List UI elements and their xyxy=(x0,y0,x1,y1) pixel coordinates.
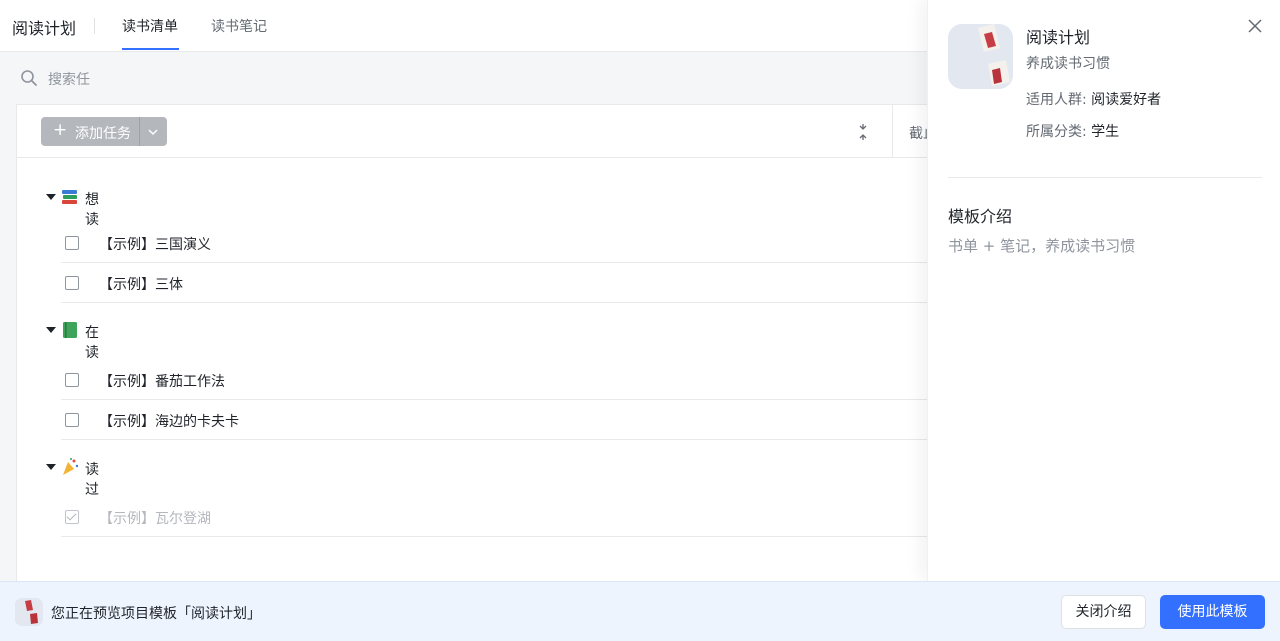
close-icon[interactable] xyxy=(1246,17,1264,35)
task-name: 【示例】瓦尔登湖 xyxy=(99,511,211,527)
use-template-button[interactable]: 使用此模板 xyxy=(1160,595,1265,629)
task-checkbox[interactable] xyxy=(65,373,79,387)
audience-value: 阅读爱好者 xyxy=(1091,92,1162,108)
category-value: 学生 xyxy=(1091,124,1120,140)
divider xyxy=(948,177,1262,178)
task-area: + 添加任务 截止 想读 xyxy=(0,104,947,581)
caret-down-icon[interactable] xyxy=(46,327,56,333)
collapse-icon[interactable] xyxy=(855,123,871,141)
task-name: 【示例】海边的卡夫卡 xyxy=(99,414,239,430)
banner-template-thumbnail xyxy=(15,598,43,626)
button-divider xyxy=(139,117,140,146)
books-illustration-icon xyxy=(15,598,43,626)
task-row[interactable]: 【示例】三国演义 xyxy=(61,223,947,263)
task-checkbox[interactable] xyxy=(65,236,79,250)
search-icon xyxy=(21,70,37,86)
template-detail-drawer: 阅读计划 养成读书习惯 适用人群: 阅读爱好者 所属分类: 学生 模板介绍 书单… xyxy=(927,0,1280,581)
task-row[interactable]: 【示例】海边的卡夫卡 xyxy=(61,400,947,440)
audience-label: 适用人群: xyxy=(1026,92,1087,108)
column-divider xyxy=(892,105,893,158)
divider xyxy=(94,18,95,34)
template-name: 阅读计划 xyxy=(1026,28,1091,47)
template-category: 所属分类: 学生 xyxy=(1026,121,1119,141)
task-checkbox-checked[interactable] xyxy=(65,510,79,524)
add-task-button[interactable]: + 添加任务 xyxy=(41,117,167,146)
template-audience: 适用人群: 阅读爱好者 xyxy=(1026,89,1161,109)
tab-reading-list[interactable]: 读书清单 xyxy=(122,16,178,36)
green-book-icon xyxy=(63,322,77,338)
intro-body: 书单 + 笔记，养成读书习惯 xyxy=(948,237,1136,255)
books-illustration-icon xyxy=(948,24,1013,89)
category-label: 所属分类: xyxy=(1026,124,1087,140)
add-task-label: 添加任务 xyxy=(75,126,131,142)
task-name: 【示例】三体 xyxy=(99,277,183,293)
caret-down-icon[interactable] xyxy=(46,194,56,200)
task-checkbox[interactable] xyxy=(65,413,79,427)
group-name: 读过 xyxy=(85,462,99,498)
group-name: 在读 xyxy=(85,325,99,361)
search-input[interactable]: 搜索任 xyxy=(48,69,90,89)
task-toolbar: + 添加任务 截止 xyxy=(17,105,945,158)
books-icon xyxy=(62,190,77,204)
template-subtitle: 养成读书习惯 xyxy=(1026,56,1110,72)
task-checkbox[interactable] xyxy=(65,276,79,290)
active-tab-indicator xyxy=(122,48,179,50)
intro-title: 模板介绍 xyxy=(948,207,1013,226)
task-list-card: + 添加任务 截止 想读 xyxy=(16,104,947,581)
close-intro-button[interactable]: 关闭介绍 xyxy=(1061,595,1146,629)
preview-banner: 您正在预览项目模板「阅读计划」 关闭介绍 使用此模板 xyxy=(0,581,1280,641)
search-bar[interactable]: 搜索任 xyxy=(0,52,927,104)
template-thumbnail xyxy=(948,24,1013,89)
task-name: 【示例】三国演义 xyxy=(99,237,211,253)
task-row[interactable]: 【示例】瓦尔登湖 xyxy=(61,497,947,537)
party-popper-icon xyxy=(63,458,79,475)
caret-down-icon[interactable] xyxy=(46,464,56,470)
app-title: 阅读计划 xyxy=(12,19,77,38)
task-name: 【示例】番茄工作法 xyxy=(99,374,225,390)
chevron-down-icon[interactable] xyxy=(145,124,161,140)
tab-reading-notes[interactable]: 读书笔记 xyxy=(211,16,267,36)
task-row[interactable]: 【示例】番茄工作法 xyxy=(61,360,947,400)
task-row[interactable]: 【示例】三体 xyxy=(61,263,947,303)
plus-icon: + xyxy=(53,120,68,140)
preview-notice: 您正在预览项目模板「阅读计划」 xyxy=(51,606,261,622)
